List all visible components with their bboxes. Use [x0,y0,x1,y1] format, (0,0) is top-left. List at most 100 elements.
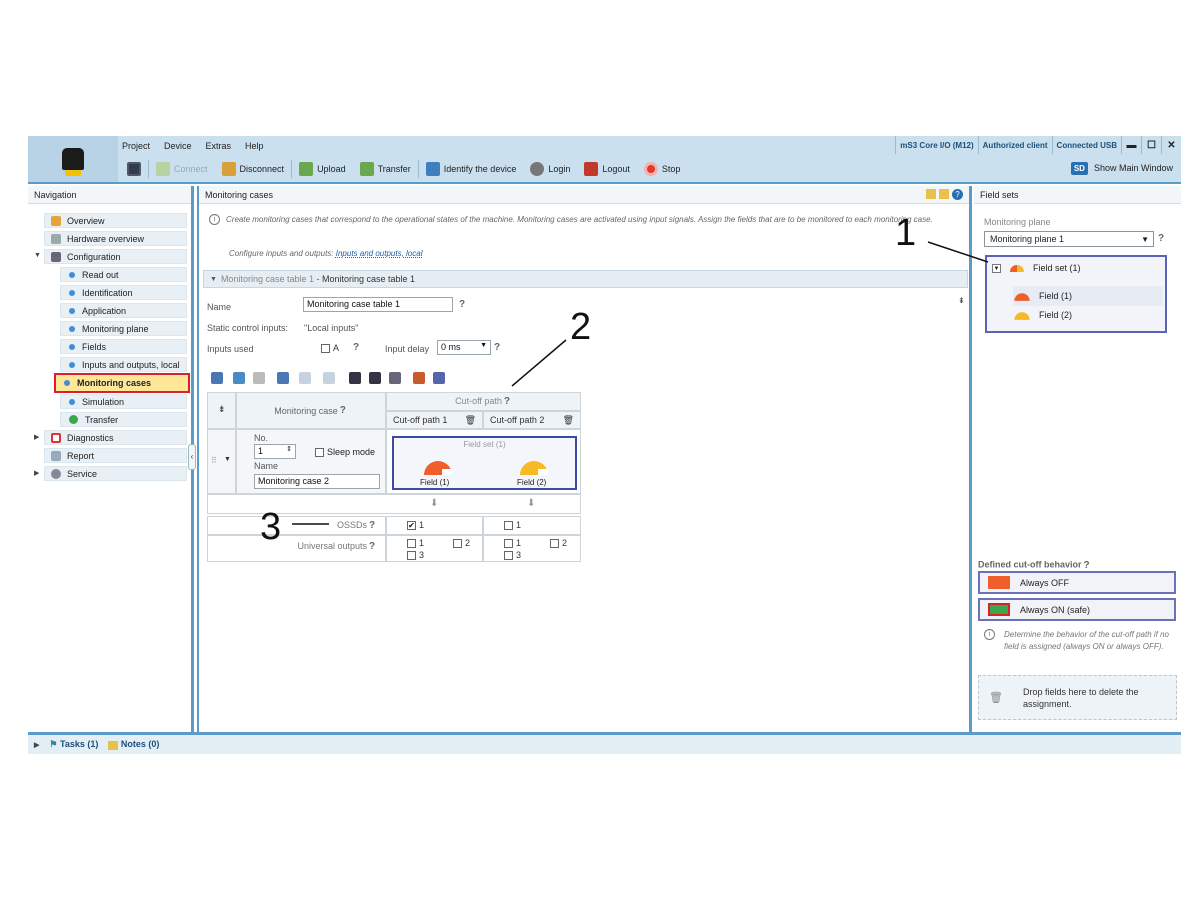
split-icon[interactable] [323,372,335,384]
arrow-down-icon: ⬇ [527,498,536,509]
row-collapse-icon[interactable]: ▼ [224,456,231,463]
add-column-icon[interactable] [277,372,289,384]
nav-label: Monitoring cases [77,378,152,388]
nav-item-monitoring-cases[interactable]: Monitoring cases [54,373,190,393]
menu-extras[interactable]: Extras [204,141,234,151]
help-icon[interactable]: ? [492,341,502,353]
sleep-mode-checkbox[interactable]: Sleep mode [315,447,375,458]
trash-icon[interactable]: 🗑 [563,412,574,428]
uo-3-checkbox[interactable]: 3 [407,550,424,561]
nav-item-transfer[interactable]: Transfer [60,412,187,427]
nav-item-hardware-overview[interactable]: Hardware overview [44,231,187,246]
always-off-button[interactable]: Always OFF [978,571,1176,594]
help-icon[interactable]: ? [952,189,963,200]
login-button[interactable]: Login [523,158,577,180]
uo-b2-checkbox[interactable]: 2 [550,538,567,549]
upload-button[interactable]: Upload [292,158,353,180]
expand-configuration-icon[interactable]: ▼ [34,252,41,259]
expand-diagnostics-icon[interactable]: ▶ [34,433,39,441]
field-set-drop[interactable]: Field set (1) Field (1) Field (2) [392,436,577,490]
minimize-button[interactable]: ▬ [1121,136,1141,154]
show-main-window-button[interactable]: SD Show Main Window [1070,158,1173,178]
logout-button[interactable]: Logout [577,158,637,180]
nav-label: Read out [82,269,119,280]
ossd-1-checkbox[interactable]: 1 [407,520,424,531]
trash-icon[interactable]: 🗑 [465,412,476,428]
help-icon[interactable]: ? [367,541,377,553]
tasks-button[interactable]: ⚑ Tasks (1) [49,739,98,750]
nav-item-configuration[interactable]: Configuration [44,249,187,264]
table-name-input[interactable]: Monitoring case table 1 [303,297,453,312]
case-name-input[interactable]: Monitoring case 2 [254,474,380,489]
inputs-outputs-link[interactable]: Inputs and outputs, local [336,249,423,258]
nav-item-application[interactable]: Application [60,303,187,318]
nav-item-simulation[interactable]: Simulation [60,394,187,409]
help-icon[interactable]: ? [457,298,467,310]
menu-device[interactable]: Device [162,141,194,151]
uo-b1-checkbox[interactable]: 1 [504,538,521,549]
expand-bottom-icon[interactable]: ▶ [34,741,39,749]
input-a-checkbox[interactable]: A [321,343,339,354]
collapse-all-icon[interactable]: ⇟ [958,296,965,305]
connect-button[interactable]: Connect [149,158,215,180]
maximize-button[interactable]: ☐ [1141,136,1161,154]
tree-field-2[interactable]: Field (2) [1013,309,1072,321]
view-icon[interactable] [413,372,425,384]
add-note-icon[interactable] [939,189,949,199]
copy-icon[interactable] [233,372,245,384]
help-icon[interactable]: ? [367,520,377,532]
help-icon[interactable]: ? [1082,559,1092,571]
uo-2-checkbox[interactable]: 2 [453,538,470,549]
settings-icon[interactable] [433,372,445,384]
merge-icon[interactable] [299,372,311,384]
identify-device-button[interactable]: Identify the device [419,158,524,180]
info-text: i Create monitoring cases that correspond… [209,214,949,226]
help-icon[interactable]: ? [502,396,512,408]
nav-item-service[interactable]: Service [44,466,187,481]
import-icon[interactable] [349,372,361,384]
uo-b3-checkbox[interactable]: 3 [504,550,521,561]
menu-help[interactable]: Help [243,141,266,151]
nav-item-overview[interactable]: Overview [44,213,187,228]
print-icon[interactable] [389,372,401,384]
uo-1-checkbox[interactable]: 1 [407,538,424,549]
disconnect-button[interactable]: Disconnect [215,158,292,180]
nav-item-fields[interactable]: Fields [60,339,187,354]
tree-collapse-icon[interactable]: ▼ [992,263,1001,273]
collapse-panel-handle[interactable]: ‹ [188,444,196,470]
nav-item-diagnostics[interactable]: Diagnostics [44,430,187,445]
add-row-icon[interactable] [211,372,223,384]
save-button[interactable] [120,158,148,180]
delete-icon[interactable] [253,372,265,384]
transfer-button[interactable]: Transfer [353,158,418,180]
row-handle[interactable]: ⠿ ▼ [207,429,236,494]
nav-item-identification[interactable]: Identification [60,285,187,300]
tree-field-set[interactable]: ▼ Field set (1) [992,263,1081,273]
close-button[interactable]: ✕ [1161,136,1181,154]
expand-all-icon[interactable]: ⇟ [218,404,226,415]
input-delay-select[interactable]: 0 ms ▼ [437,340,491,355]
stop-button[interactable]: Stop [637,158,688,180]
ossd-2-checkbox[interactable]: 1 [504,520,521,531]
help-icon[interactable]: ? [338,405,348,417]
case-number-stepper[interactable]: 1 ⇕ [254,444,296,459]
tree-field-1[interactable]: Field (1) [1013,286,1163,306]
note-icon[interactable] [926,189,936,199]
monitoring-plane-select[interactable]: Monitoring plane 1 ▼ [984,231,1154,247]
drag-handle-icon[interactable]: ⠿ [211,456,217,465]
help-icon[interactable]: ? [351,341,361,353]
help-icon[interactable]: ? [1156,232,1166,244]
nav-item-monitoring-plane[interactable]: Monitoring plane [60,321,187,336]
menu-project[interactable]: Project [120,141,152,151]
export-icon[interactable] [369,372,381,384]
nav-item-read-out[interactable]: Read out [60,267,187,282]
delete-drop-zone[interactable]: 🗑 Drop fields here to delete the assignm… [978,675,1177,720]
expand-service-icon[interactable]: ▶ [34,469,39,477]
section-header[interactable]: ▼ Monitoring case table 1 - Monitoring c… [203,270,968,288]
always-on-button[interactable]: Always ON (safe) [978,598,1176,621]
always-off-swatch [988,576,1010,589]
nav-item-report[interactable]: Report [44,448,187,463]
notes-button[interactable]: Notes (0) [108,739,159,750]
nav-item-inputs-outputs-local[interactable]: Inputs and outputs, local [60,357,187,372]
inputs-used-label: Inputs used [207,344,254,354]
